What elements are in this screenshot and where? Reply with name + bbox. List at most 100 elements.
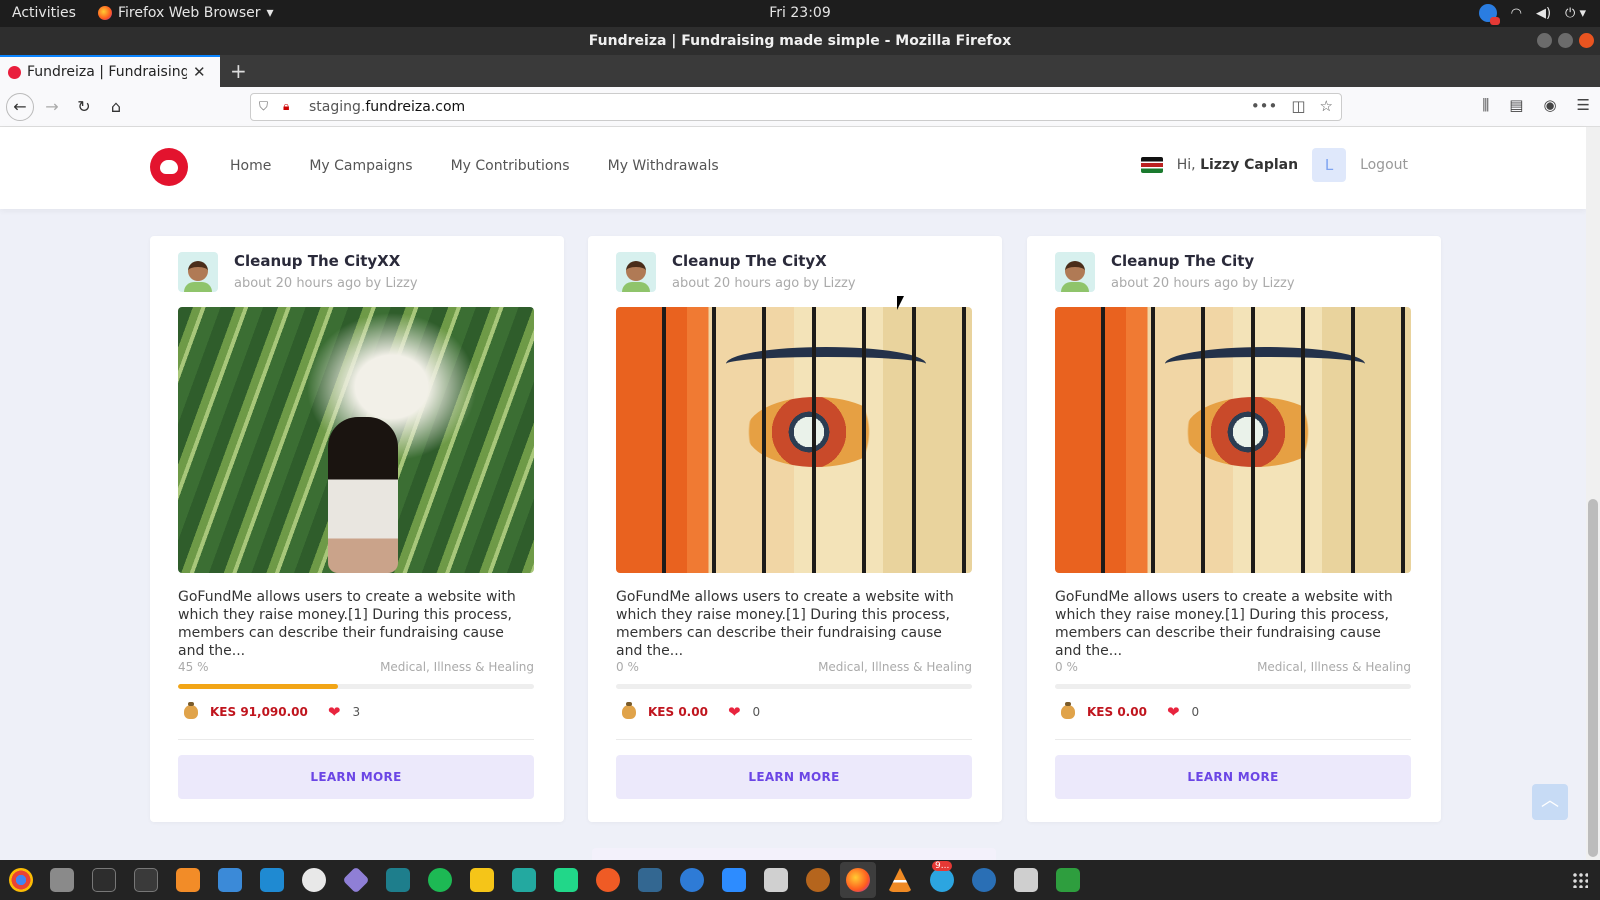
pycharm-icon[interactable]	[554, 868, 578, 892]
campaign-image[interactable]	[616, 307, 972, 573]
postgresql-icon[interactable]	[638, 868, 662, 892]
mouse-cursor	[897, 296, 911, 310]
scroll-to-top-button[interactable]: ︿	[1532, 784, 1568, 820]
progress-percent: 0 %	[1055, 660, 1078, 674]
nav-my-contributions[interactable]: My Contributions	[451, 158, 570, 174]
learn-more-button[interactable]: LEARN MORE	[616, 755, 972, 799]
url-text[interactable]: staging.fundreiza.com	[309, 99, 465, 115]
taskbar-dock: 9...	[0, 860, 1600, 900]
forward-button[interactable]: →	[40, 95, 64, 119]
creator-avatar	[178, 252, 218, 292]
virtualbox-icon[interactable]	[218, 868, 242, 892]
show-applications-icon[interactable]	[1572, 872, 1588, 888]
heart-icon[interactable]: ❤	[728, 703, 741, 721]
files-icon[interactable]	[50, 868, 74, 892]
likes-count: 0	[752, 705, 761, 719]
telegram-icon[interactable]	[930, 868, 954, 892]
datagrip-icon[interactable]	[512, 868, 536, 892]
insecure-lock-icon[interactable]: 🔒︎	[283, 99, 289, 114]
amount-raised: KES 91,090.00	[210, 705, 308, 719]
shield-icon[interactable]: ⛉	[259, 99, 268, 114]
wifi-icon[interactable]: ◠	[1511, 6, 1522, 21]
system-top-bar: Activities Firefox Web Browser ▾ Fri 23:…	[0, 0, 1600, 27]
campaign-title[interactable]: Cleanup The CityXX	[234, 252, 400, 270]
sidebar-icon[interactable]: ▤	[1509, 96, 1523, 114]
url-bar[interactable]: ⛉ 🔒︎ staging.fundreiza.com ••• ◫ ☆	[250, 93, 1342, 121]
close-tab-icon[interactable]: ✕	[193, 63, 206, 81]
library-icon[interactable]: ⫼	[1482, 96, 1489, 114]
reload-button[interactable]: ↻	[72, 95, 96, 119]
zoom-icon[interactable]	[722, 868, 746, 892]
pocket-icon[interactable]: ◫	[1291, 97, 1305, 115]
chrome-icon[interactable]	[9, 868, 33, 892]
bluetooth-app-icon[interactable]	[972, 868, 996, 892]
heart-icon[interactable]: ❤	[328, 703, 341, 721]
calculator-icon[interactable]	[1014, 868, 1038, 892]
campaign-title[interactable]: Cleanup The City	[1111, 252, 1254, 270]
vlc-icon[interactable]	[888, 868, 912, 892]
maximize-button[interactable]	[1558, 33, 1573, 48]
wps-writer-icon[interactable]	[302, 868, 326, 892]
campaign-image[interactable]	[1055, 307, 1411, 573]
screenshot-icon[interactable]	[764, 868, 788, 892]
new-tab-button[interactable]: +	[230, 59, 247, 83]
campaign-image[interactable]	[178, 307, 534, 573]
learn-more-button[interactable]: LEARN MORE	[1055, 755, 1411, 799]
campaign-subtitle: about 20 hours ago by Lizzy	[1111, 276, 1295, 291]
app-icon[interactable]	[806, 868, 830, 892]
account-icon[interactable]: ◉	[1543, 96, 1556, 114]
page-scrollbar[interactable]	[1586, 127, 1600, 860]
avatar[interactable]: L	[1312, 148, 1347, 182]
postman-icon[interactable]	[596, 868, 620, 892]
kenya-flag-icon[interactable]	[1140, 157, 1163, 173]
campaign-card: Cleanup The City about 20 hours ago by L…	[1027, 236, 1441, 822]
vscode-icon[interactable]	[260, 868, 284, 892]
system-tray[interactable]: ◠ ◀) ⏻ ▾	[1478, 4, 1586, 25]
terminal-icon[interactable]	[92, 868, 116, 892]
browser-icon[interactable]	[680, 868, 704, 892]
firefox-icon	[98, 6, 112, 20]
updates-icon[interactable]	[1478, 4, 1500, 25]
app-menu[interactable]: Firefox Web Browser ▾	[98, 5, 274, 21]
spreadsheet-icon[interactable]	[1056, 868, 1080, 892]
obsidian-icon[interactable]	[342, 866, 370, 894]
menu-icon[interactable]: ☰	[1577, 96, 1590, 114]
sublime-text-icon[interactable]	[176, 868, 200, 892]
progress-bar	[178, 684, 534, 689]
campaign-category: Medical, Illness & Healing	[818, 660, 972, 674]
likes-count: 0	[1191, 705, 1200, 719]
campaign-category: Medical, Illness & Healing	[380, 660, 534, 674]
firefox-dock-icon[interactable]	[846, 868, 870, 892]
tab-strip: Fundreiza | Fundraising made simple ✕ +	[0, 55, 1600, 87]
mysql-workbench-icon[interactable]	[386, 868, 410, 892]
minimize-button[interactable]	[1537, 33, 1552, 48]
amount-raised: KES 0.00	[648, 705, 708, 719]
page-actions-icon[interactable]: •••	[1251, 97, 1278, 115]
nav-my-campaigns[interactable]: My Campaigns	[309, 158, 412, 174]
heart-icon[interactable]: ❤	[1167, 703, 1180, 721]
intellij-icon[interactable]	[470, 868, 494, 892]
spotify-icon[interactable]	[428, 868, 452, 892]
nav-home[interactable]: Home	[230, 158, 271, 174]
learn-more-button[interactable]: LEARN MORE	[178, 755, 534, 799]
clock[interactable]: Fri 23:09	[769, 5, 830, 21]
system-monitor-icon[interactable]	[134, 868, 158, 892]
tab-fundreiza[interactable]: Fundreiza | Fundraising made simple ✕	[0, 55, 220, 87]
campaign-description: GoFundMe allows users to create a websit…	[1055, 589, 1393, 659]
back-button[interactable]: ←	[6, 93, 34, 121]
scrollbar-thumb[interactable]	[1588, 499, 1598, 857]
progress-fill	[178, 684, 339, 689]
campaign-title[interactable]: Cleanup The CityX	[672, 252, 827, 270]
home-icon[interactable]: ⌂	[104, 95, 128, 119]
logout-link[interactable]: Logout	[1360, 157, 1408, 173]
close-window-button[interactable]	[1579, 33, 1594, 48]
nav-my-withdrawals[interactable]: My Withdrawals	[608, 158, 719, 174]
creator-avatar	[616, 252, 656, 292]
fundreiza-logo[interactable]	[150, 148, 188, 186]
money-bag-icon	[1061, 702, 1075, 719]
activities-button[interactable]: Activities	[12, 5, 76, 21]
volume-icon[interactable]: ◀)	[1536, 6, 1551, 21]
power-icon[interactable]: ⏻ ▾	[1565, 6, 1586, 21]
likes-count: 3	[352, 705, 361, 719]
bookmark-star-icon[interactable]: ☆	[1320, 97, 1333, 115]
